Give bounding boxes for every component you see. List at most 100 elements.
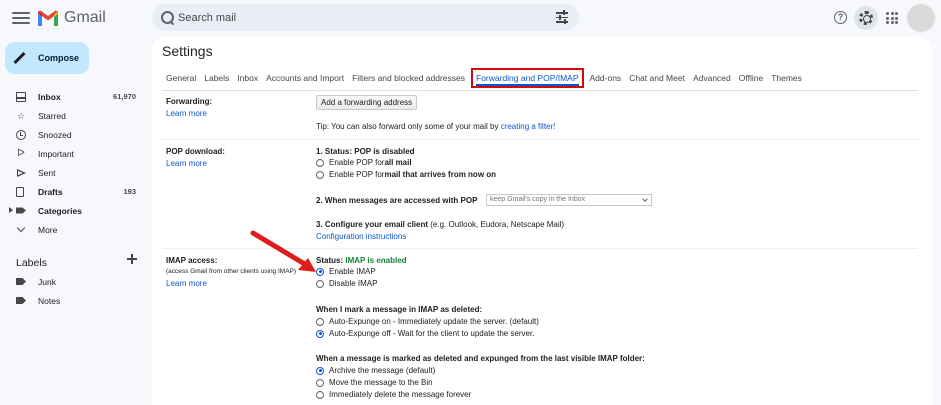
send-icon	[16, 168, 26, 178]
sidebar-item-starred[interactable]: ☆ Starred	[0, 106, 148, 125]
gmail-logo[interactable]: Gmail	[37, 9, 106, 27]
sidebar-item-label: Snoozed	[38, 129, 72, 140]
inbox-count: 61,970	[113, 92, 136, 101]
delete-forever-option[interactable]: Immediately delete the message forever	[316, 390, 471, 399]
gmail-m-icon	[38, 10, 58, 26]
configuration-instructions-link[interactable]: Configuration instructions	[316, 232, 406, 241]
tabs-divider	[162, 90, 918, 91]
tab-accounts-and-import[interactable]: Accounts and Import	[266, 71, 344, 87]
configure-client-heading: 3. Configure your email client	[316, 220, 429, 229]
pop-access-question: 2. When messages are accessed with POP	[316, 196, 478, 205]
option-text: Archive the message (default)	[329, 366, 436, 375]
move-to-bin-option[interactable]: Move the message to the Bin	[316, 378, 433, 387]
option-text: Immediately delete the message forever	[329, 390, 472, 399]
active-tab-label: Forwarding and POP/IMAP	[476, 73, 579, 86]
radio-button[interactable]	[316, 378, 324, 387]
radio-button[interactable]	[316, 317, 324, 326]
auto-expunge-off-option[interactable]: Auto-Expunge off - Wait for the client t…	[316, 329, 534, 338]
disable-imap-option[interactable]: Disable IMAP	[316, 279, 377, 288]
avatar[interactable]	[907, 4, 935, 32]
top-bar: Gmail ?	[0, 0, 941, 36]
sidebar-item-drafts[interactable]: Drafts 193	[0, 182, 148, 201]
radio-button[interactable]	[316, 170, 324, 179]
sidebar-nav: Inbox 61,970 ☆ Starred Snoozed ᐅ Importa…	[0, 87, 148, 239]
sidebar-item-label: Categories	[38, 205, 82, 216]
settings-tabs: General Labels Inbox Accounts and Import…	[166, 68, 810, 88]
search-icon[interactable]	[161, 11, 175, 25]
search-input[interactable]	[178, 11, 538, 24]
enable-imap-option[interactable]: Enable IMAP	[316, 267, 376, 276]
option-text: Move the message to the Bin	[329, 378, 433, 387]
radio-button[interactable]	[316, 158, 324, 167]
search-bar[interactable]	[152, 4, 579, 31]
search-options-icon[interactable]	[556, 10, 568, 24]
tab-offline[interactable]: Offline	[739, 71, 763, 87]
sidebar-item-label: Drafts	[38, 186, 63, 197]
radio-button[interactable]	[316, 390, 324, 399]
labels-heading: Labels	[16, 253, 140, 269]
sidebar-item-label: More	[38, 224, 58, 235]
compose-label: Compose	[38, 53, 80, 63]
sidebar-item-notes[interactable]: Notes	[0, 291, 148, 310]
tab-forwarding-pop-imap[interactable]: Forwarding and POP/IMAP	[471, 68, 584, 88]
pop-learn-more-link[interactable]: Learn more	[166, 159, 207, 168]
tab-advanced[interactable]: Advanced	[693, 71, 731, 87]
pop-access-select[interactable]: keep Gmail's copy in the Inbox	[486, 194, 652, 206]
auto-expunge-on-option[interactable]: Auto-Expunge on - Immediately update the…	[316, 317, 539, 326]
app-name: Gmail	[64, 9, 106, 26]
compose-button[interactable]: Compose	[5, 42, 89, 74]
tab-chat-and-meet[interactable]: Chat and Meet	[629, 71, 685, 87]
sidebar-item-snoozed[interactable]: Snoozed	[0, 125, 148, 144]
sidebar-item-inbox[interactable]: Inbox 61,970	[0, 87, 148, 106]
configure-client-examples: (e.g. Outlook, Eudora, Netscape Mail)	[428, 220, 565, 229]
annotation-arrow-icon	[250, 230, 316, 272]
sidebar-item-categories[interactable]: Categories	[0, 201, 148, 220]
radio-button-selected[interactable]	[316, 329, 324, 338]
expand-caret-icon[interactable]	[9, 207, 13, 213]
chevron-down-icon	[16, 223, 26, 233]
imap-learn-more-link[interactable]: Learn more	[166, 279, 207, 288]
radio-button[interactable]	[316, 279, 324, 288]
tab-add-ons[interactable]: Add-ons	[590, 71, 622, 87]
forwarding-learn-more-link[interactable]: Learn more	[166, 109, 207, 118]
help-icon[interactable]: ?	[834, 11, 847, 24]
sidebar-item-label: Starred	[38, 110, 66, 121]
tab-filters[interactable]: Filters and blocked addresses	[352, 71, 465, 87]
configure-client-text: 3. Configure your email client (e.g. Out…	[316, 220, 564, 229]
star-icon: ☆	[16, 110, 26, 121]
tab-inbox[interactable]: Inbox	[237, 71, 258, 87]
chevron-down-icon	[642, 196, 648, 202]
add-forwarding-address-button[interactable]: Add a forwarding address	[316, 95, 418, 110]
main-menu-icon[interactable]	[12, 9, 30, 27]
option-text: Auto-Expunge on - Immediately update the…	[329, 317, 539, 326]
option-text: Enable POP for	[329, 170, 385, 179]
drafts-count: 193	[123, 187, 136, 196]
archive-message-option[interactable]: Archive the message (default)	[316, 366, 435, 375]
label-list: Junk Notes	[0, 272, 148, 310]
radio-button-selected[interactable]	[316, 366, 324, 375]
sidebar-item-sent[interactable]: Sent	[0, 163, 148, 182]
sidebar-item-important[interactable]: ᐅ Important	[0, 144, 148, 163]
tab-labels[interactable]: Labels	[204, 71, 229, 87]
sidebar-item-junk[interactable]: Junk	[0, 272, 148, 291]
settings-button[interactable]	[854, 6, 878, 30]
tab-general[interactable]: General	[166, 71, 196, 87]
pop-new-mail-option[interactable]: Enable POP for mail that arrives from no…	[316, 170, 496, 179]
add-label-icon[interactable]	[127, 254, 137, 264]
forwarding-label: Forwarding:	[166, 97, 213, 106]
imap-label: IMAP access:	[166, 256, 218, 265]
apps-icon[interactable]	[886, 12, 898, 24]
section-divider	[162, 139, 918, 140]
imap-status-prefix: Status:	[316, 256, 346, 265]
sidebar-item-more[interactable]: More	[0, 220, 148, 239]
label-icon	[16, 278, 26, 285]
imap-status-value: IMAP is enabled	[345, 256, 407, 265]
pop-all-mail-option[interactable]: Enable POP for all mail	[316, 158, 412, 167]
create-filter-link[interactable]: creating a filter!	[501, 122, 556, 131]
pop-label: POP download:	[166, 147, 225, 156]
sidebar-item-label: Inbox	[38, 91, 61, 102]
tab-themes[interactable]: Themes	[771, 71, 802, 87]
important-icon: ᐅ	[17, 147, 25, 159]
imap-status: Status: IMAP is enabled	[316, 256, 407, 265]
label-icon	[16, 297, 26, 304]
